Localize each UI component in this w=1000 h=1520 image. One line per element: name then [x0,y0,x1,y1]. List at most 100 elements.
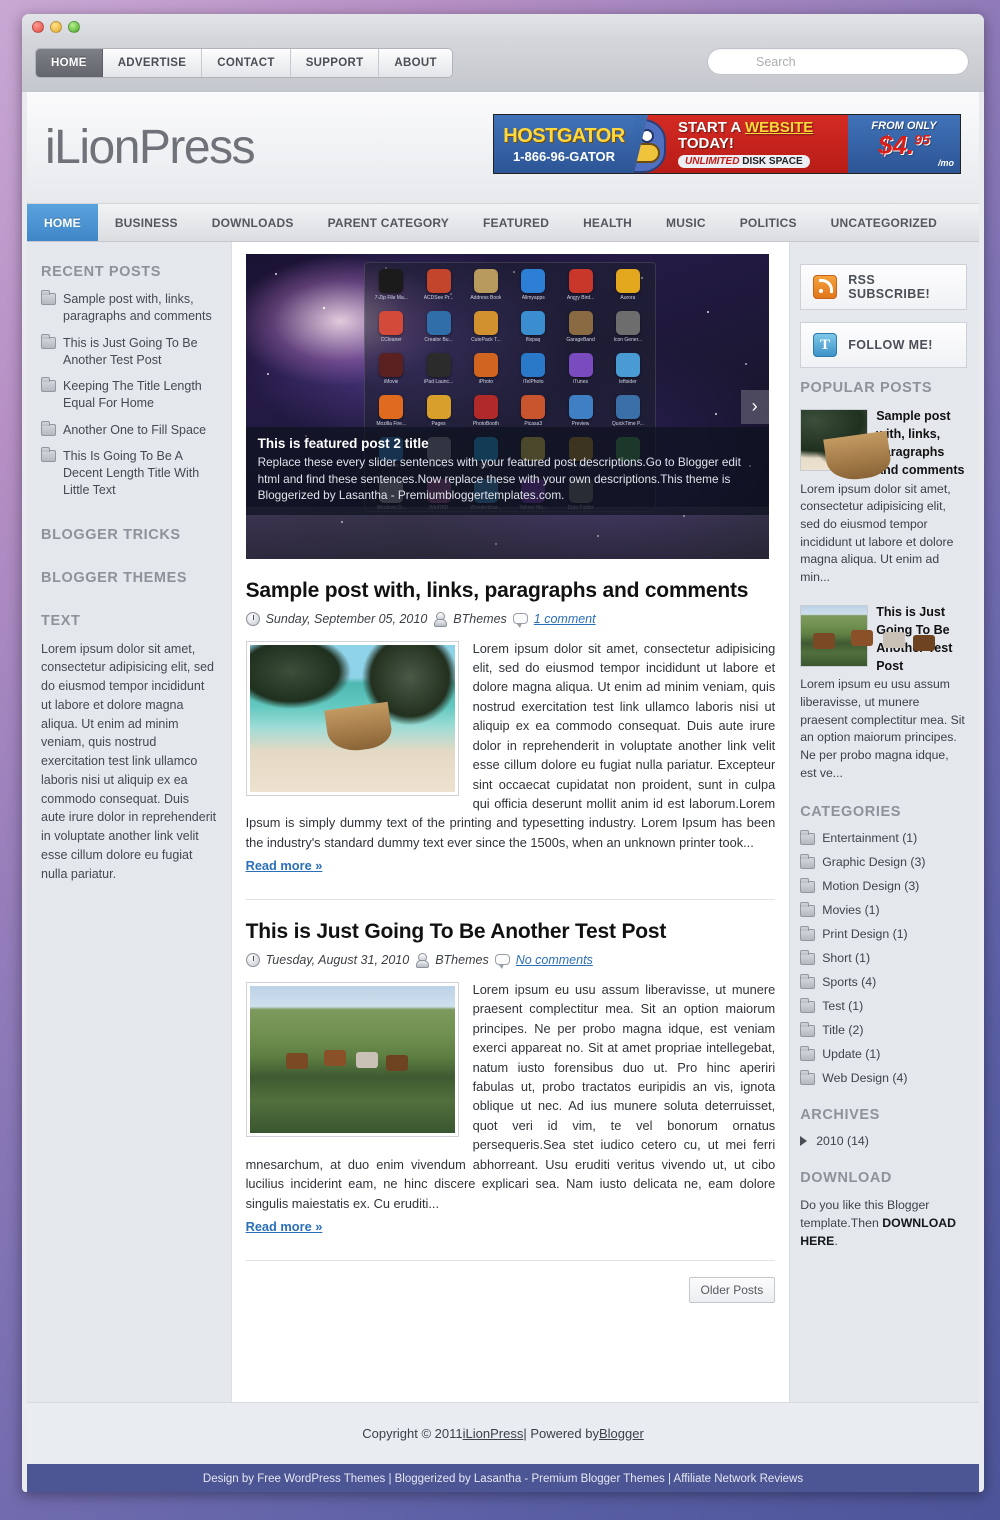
app-glyph-icon [615,311,640,335]
slider-caption-body: Replace these every slider sentences wit… [257,454,741,503]
app-label: Address Book [470,295,502,301]
folder-icon [800,950,816,966]
popular-post-item[interactable]: Sample post with, links, paragraphs and … [800,407,967,587]
list-item[interactable]: This is Just Going To Be Another Test Po… [41,333,217,370]
recent-post-label: This is Just Going To Be Another Test Po… [63,335,198,367]
app-glyph-icon [379,353,404,377]
widget-title-popular-posts: POPULAR POSTS [800,380,933,396]
search-box[interactable] [707,48,969,75]
post-title[interactable]: Sample post with, links, paragraphs and … [246,579,776,603]
folder-icon [41,333,56,349]
rss-icon [813,275,838,299]
folder-icon [800,1070,816,1086]
mainnav-item-parent-category[interactable]: PARENT CATEGORY [311,204,466,241]
slider-next-arrow-icon[interactable]: › [740,389,769,424]
list-item[interactable]: Movies (1) [800,902,967,918]
list-item[interactable]: Update (1) [800,1046,967,1062]
category-label: Title (2) [822,1023,864,1038]
comment-bubble-icon [512,613,528,629]
post-comments-link[interactable]: 1 comment [534,612,596,626]
list-item[interactable]: This Is Going To Be A Decent Length Titl… [41,446,217,500]
topnav-item-home[interactable]: HOME [36,49,103,77]
list-item[interactable]: Graphic Design (3) [800,854,967,870]
list-item[interactable]: Title (2) [800,1022,967,1038]
search-input[interactable] [708,54,968,69]
minimize-window-button[interactable] [50,21,62,33]
ad-headline-pre: START A [678,119,745,137]
app-glyph-icon [426,269,451,293]
follow-me-button[interactable]: FOLLOW ME! [800,322,968,368]
mainnav-item-politics[interactable]: POLITICS [723,204,814,241]
app-glyph-icon [568,311,593,335]
mainnav-item-business[interactable]: BUSINESS [98,204,195,241]
post-title[interactable]: This is Just Going To Be Another Test Po… [246,920,776,944]
app-glyph-icon [615,353,640,377]
older-posts-button[interactable]: Older Posts [688,1277,776,1304]
folder-icon [41,420,56,436]
mainnav-item-home[interactable]: HOME [27,204,98,241]
category-label: Motion Design (3) [822,879,920,894]
list-item[interactable]: Entertainment (1) [800,830,967,846]
site-logo[interactable]: iLionPress [45,120,256,175]
widget-title-blogger-tricks: BLOGGER TRICKS [41,526,181,543]
mainnav-item-health[interactable]: HEALTH [566,204,649,241]
mainnav-item-featured[interactable]: FEATURED [466,204,566,241]
list-item[interactable]: Keeping The Title Length Equal For Home [41,377,217,413]
list-item[interactable]: Sample post with, links, paragraphs and … [41,290,217,326]
popular-post-item[interactable]: This is Just Going To Be Another Test Po… [800,603,967,783]
copyright-site-link[interactable]: iLionPress [463,1426,524,1441]
close-window-button[interactable] [32,21,44,33]
hostgator-ad-banner[interactable]: HOSTGATOR 1-866-96-GATOR START A WEBSITE… [493,114,961,174]
app-glyph-icon [379,395,404,419]
recent-post-label: Another One to Fill Space [63,422,207,437]
app-icon: 7-Zip File Ma... [369,269,414,309]
topnav-item-contact[interactable]: CONTACT [202,49,291,77]
app-label: Allmyapps [521,295,545,301]
list-item[interactable]: Another One to Fill Space [41,420,217,439]
list-item[interactable]: Short (1) [800,950,967,966]
copyright-platform-link[interactable]: Blogger [599,1426,644,1441]
topnav-item-support[interactable]: SUPPORT [291,49,380,77]
widget-title-blogger-themes: BLOGGER THEMES [41,569,188,586]
widget-text-body: Lorem ipsum dolor sit amet, consectetur … [41,641,217,881]
category-label: Print Design (1) [822,927,908,942]
zoom-window-button[interactable] [68,21,80,33]
list-item[interactable]: Test (1) [800,998,967,1014]
post-thumbnail[interactable] [245,640,459,796]
list-item[interactable]: Sports (4) [800,974,967,990]
slider-caption-title: This is featured post 2 title [257,435,429,451]
mainnav-item-music[interactable]: MUSIC [649,204,723,241]
read-more-link[interactable]: Read more » [246,858,323,873]
mainnav-item-uncategorized[interactable]: UNCATEGORIZED [814,204,954,241]
post-thumbnail[interactable] [245,981,459,1137]
list-item[interactable]: Print Design (1) [800,926,967,942]
post-comments-link[interactable]: No comments [516,953,593,967]
app-icon: Aurora [605,269,650,309]
post-meta: Sunday, September 05, 2010 BThemes 1 com… [245,611,776,629]
archive-item[interactable]: 2010 (14) [800,1134,967,1148]
app-glyph-icon [426,353,451,377]
topnav-item-advertise[interactable]: ADVERTISE [103,49,203,77]
app-label: Angry Bird... [566,295,595,301]
content-columns: RECENT POSTS Sample post with, links, pa… [27,242,979,1402]
list-item[interactable]: Motion Design (3) [800,878,967,894]
recent-post-label: Keeping The Title Length Equal For Home [63,379,202,411]
widget-blogger-tricks: BLOGGER TRICKS [41,527,217,543]
mainnav-item-downloads[interactable]: DOWNLOADS [195,204,311,241]
topnav-item-about[interactable]: ABOUT [379,49,451,77]
list-item[interactable]: Web Design (4) [800,1070,967,1086]
top-menu: HOME ADVERTISE CONTACT SUPPORT ABOUT [35,48,453,78]
app-icon: leftsider [605,353,650,393]
widget-title-text: TEXT [41,612,81,629]
ad-subline-emphasis: UNLIMITED [685,155,740,167]
read-more-link[interactable]: Read more » [246,1219,323,1234]
site-logo-text: iLionPress [45,121,256,174]
triangle-right-icon[interactable] [800,1136,808,1147]
post-article: Sample post with, links, paragraphs and … [245,579,776,881]
download-text-post: . [834,1233,838,1248]
featured-slider[interactable]: 7-Zip File Ma... ACDSee Pr... Address Book… [245,254,769,559]
rss-subscribe-button[interactable]: RSS SUBSCRIBE! [800,264,968,310]
recent-post-label: This Is Going To Be A Decent Length Titl… [63,448,200,498]
pagination: Older Posts [245,1260,776,1325]
download-text: Do you like this Blogger template.Then D… [800,1197,967,1250]
